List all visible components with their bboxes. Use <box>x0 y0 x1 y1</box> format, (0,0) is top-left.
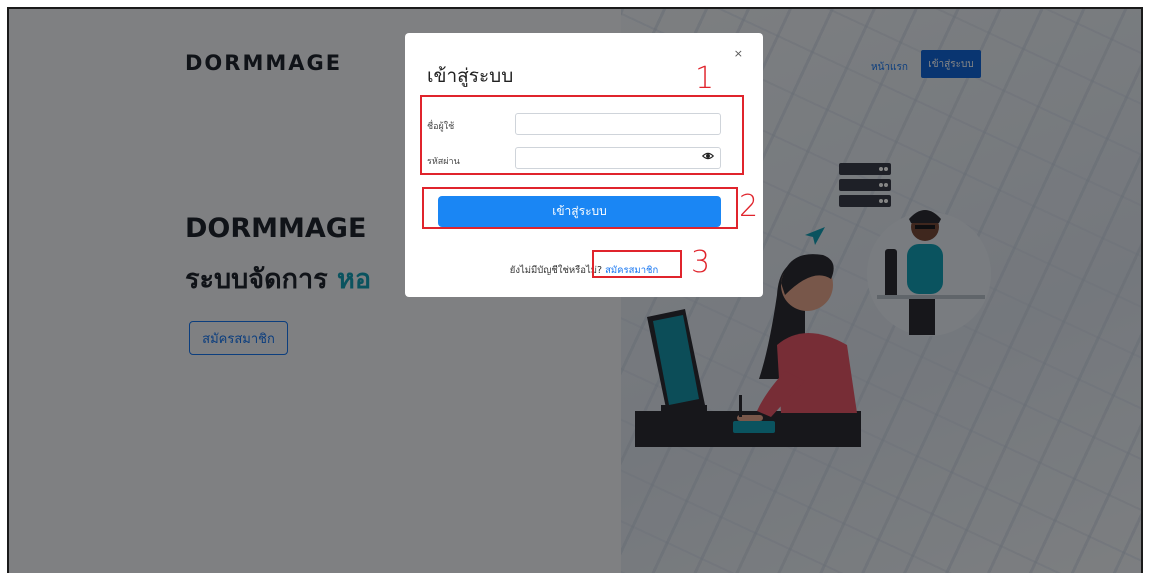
modal-title: เข้าสู่ระบบ <box>427 65 514 87</box>
close-icon[interactable]: × <box>734 47 743 60</box>
annotation-number-2: 2 <box>739 189 759 224</box>
screenshot-frame: DORMMAGE หน้าแรก เข้าสู่ระบบ DORMMAGE ระ… <box>7 7 1143 573</box>
annotation-number-1: 1 <box>695 61 715 96</box>
annotation-box-2 <box>422 187 738 229</box>
annotation-number-3: 3 <box>691 245 711 280</box>
signup-prompt: ยังไม่มีบัญชีใช่หรือไม่? <box>509 265 603 276</box>
annotation-box-1 <box>420 95 744 175</box>
annotation-box-3 <box>592 250 682 278</box>
